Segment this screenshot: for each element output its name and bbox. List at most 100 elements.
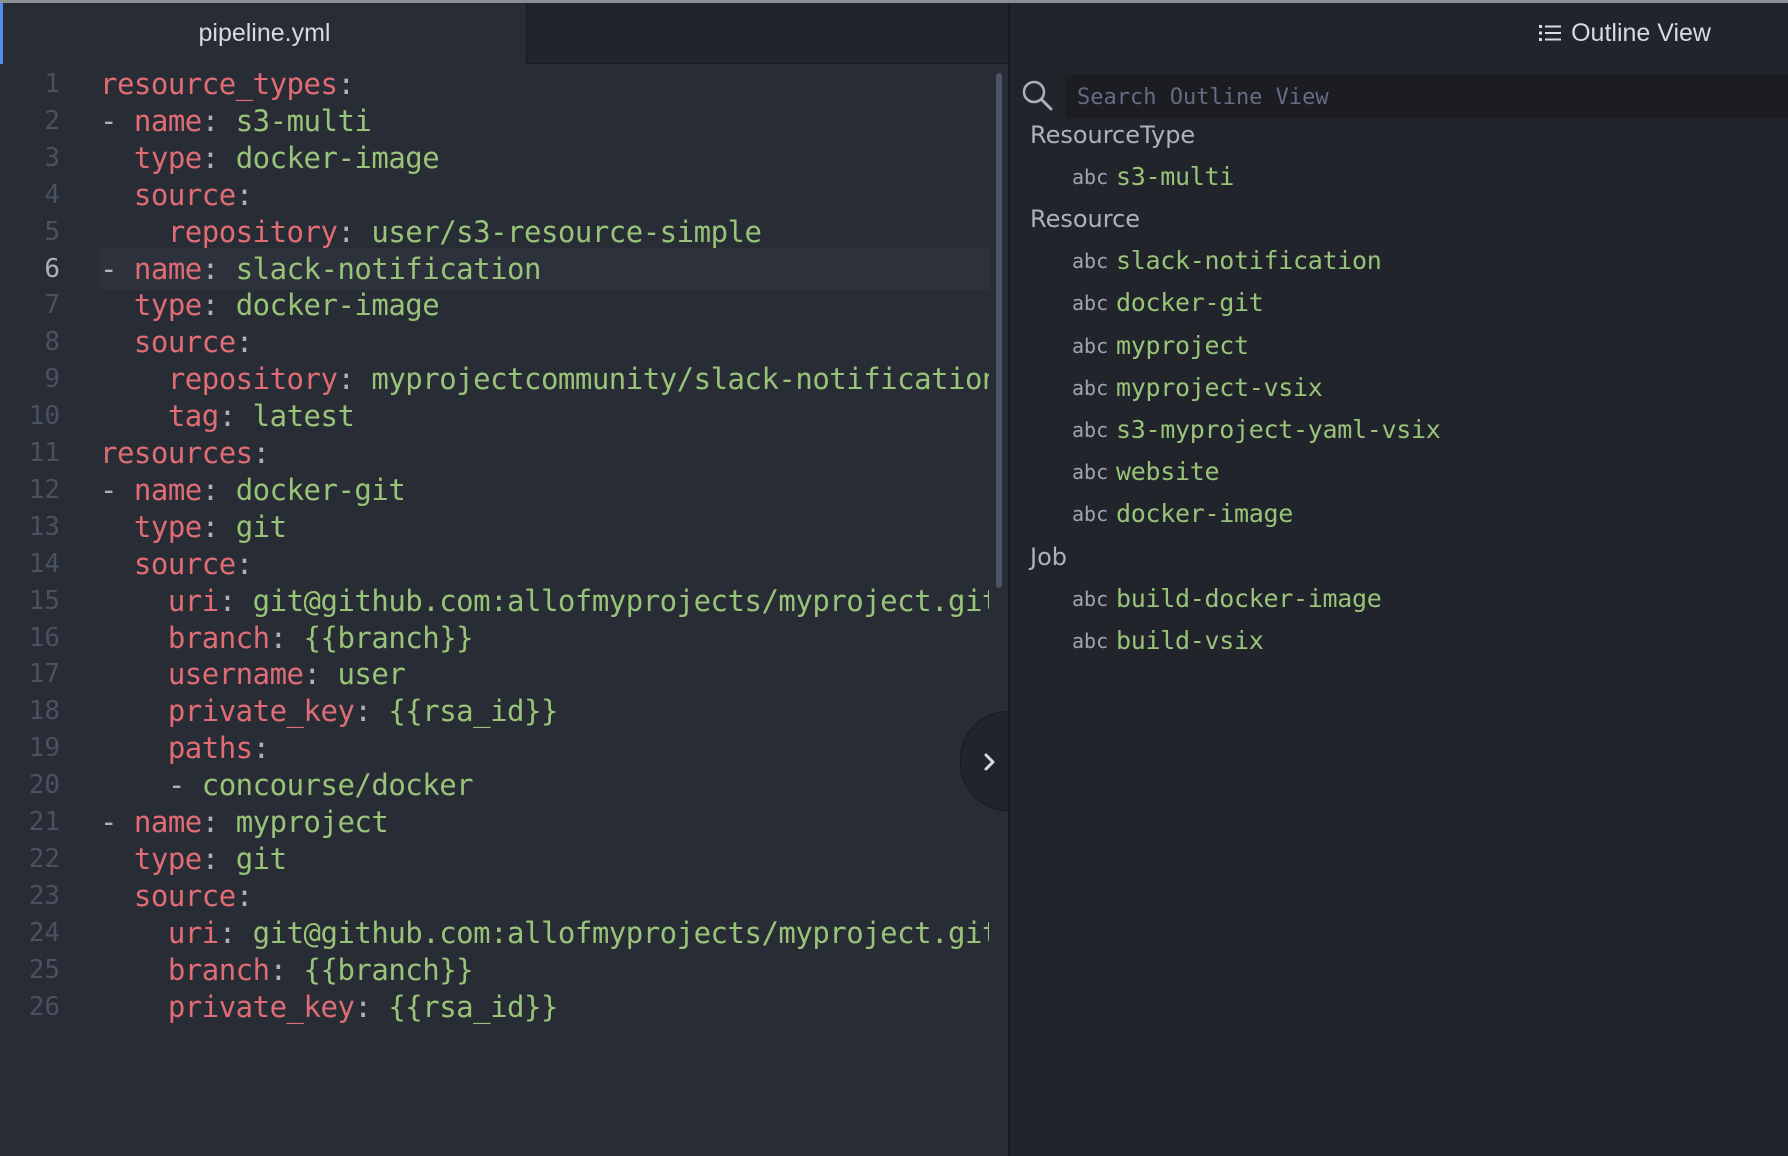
line-number: 26 xyxy=(28,991,60,1022)
code-line[interactable]: 22 type: git xyxy=(0,838,990,880)
string-kind-icon: abc xyxy=(1072,375,1109,400)
outline-item[interactable]: abc build-docker-image xyxy=(1072,579,1382,619)
yaml-value: s3-multi xyxy=(235,103,372,138)
yaml-key: source xyxy=(133,878,236,913)
line-number: 21 xyxy=(28,807,60,837)
tab-divider xyxy=(526,3,527,63)
yaml-punctuation xyxy=(100,694,168,728)
line-content: source: xyxy=(100,174,989,216)
code-line[interactable]: 25 branch: {{branch}} xyxy=(0,949,990,991)
code-line[interactable]: 26 private_key: {{rsa_id}} xyxy=(0,986,990,1028)
yaml-punctuation: : xyxy=(337,67,355,101)
outline-group-label[interactable]: Resource xyxy=(1030,199,1140,239)
line-number: 12 xyxy=(28,474,60,505)
code-line[interactable]: 3 type: docker-image xyxy=(0,137,990,179)
code-line[interactable]: 16 branch: {{branch}} xyxy=(0,617,990,659)
code-line[interactable]: 11 resources: xyxy=(0,432,990,474)
code-line[interactable]: 2 - name: s3-multi xyxy=(0,100,990,142)
yaml-punctuation xyxy=(100,215,168,249)
code-line[interactable]: 14 source: xyxy=(0,543,990,585)
code-line[interactable]: 18 private_key: {{rsa_id}} xyxy=(0,690,990,732)
yaml-punctuation: : xyxy=(201,103,236,138)
yaml-key: private_key xyxy=(167,694,355,729)
yaml-value: myprojectcommunity/slack-notification-re… xyxy=(371,362,989,397)
code-line[interactable]: 10 tag: latest xyxy=(0,395,990,437)
yaml-punctuation xyxy=(100,879,134,913)
line-number: 11 xyxy=(28,438,60,468)
yaml-punctuation: : xyxy=(354,989,389,1024)
code-line[interactable]: 23 source: xyxy=(0,875,990,917)
yaml-punctuation xyxy=(100,510,134,544)
outline-item-label: s3-multi xyxy=(1116,162,1235,191)
yaml-key: name xyxy=(133,805,202,839)
tab-pipeline-yml[interactable]: pipeline.yml xyxy=(0,3,526,64)
outline-item[interactable]: abc slack-notification xyxy=(1072,241,1382,281)
code-line[interactable]: 19 paths: xyxy=(0,727,990,769)
outline-group-label[interactable]: Job xyxy=(1030,537,1067,577)
outline-view-panel: Outline View ResourceType abc s3-multi Reso… xyxy=(1008,3,1788,1156)
line-content: private_key: {{rsa_id}} xyxy=(100,690,989,732)
line-number: 18 xyxy=(28,696,60,727)
code-area[interactable]: 1 resource_types: 2 - name: s3-multi 3 type:… xyxy=(0,65,1008,1156)
code-line[interactable]: 5 repository: user/s3-resource-simple xyxy=(0,211,990,253)
outline-item-label: docker-image xyxy=(1116,499,1294,529)
code-line[interactable]: 15 uri: git@github.com:allofmyprojects/m… xyxy=(0,580,990,622)
outline-item[interactable]: abc myproject-vsix xyxy=(1072,368,1323,408)
code-line[interactable]: 13 type: git xyxy=(0,506,990,548)
yaml-punctuation: : xyxy=(218,583,253,618)
code-line[interactable]: 9 repository: myprojectcommunity/slack-n… xyxy=(0,358,990,400)
code-line[interactable]: 20 - concourse/docker xyxy=(0,764,990,806)
yaml-punctuation xyxy=(100,288,134,322)
code-line[interactable]: 6 - name: slack-notification xyxy=(0,247,990,290)
string-kind-icon: abc xyxy=(1072,586,1109,611)
string-kind-icon: abc xyxy=(1072,291,1109,316)
code-line[interactable]: 7 type: docker-image xyxy=(0,284,990,326)
yaml-key: resource_types xyxy=(100,67,338,101)
code-line[interactable]: 12 - name: docker-git xyxy=(0,469,990,511)
tab-title: pipeline.yml xyxy=(198,19,331,47)
code-line[interactable]: 8 source: xyxy=(0,321,990,363)
outline-item[interactable]: abc s3-myproject-yaml-vsix xyxy=(1072,410,1441,450)
line-content: - name: myproject xyxy=(100,801,989,843)
outline-item[interactable]: abc myproject xyxy=(1072,326,1249,366)
yaml-punctuation: - xyxy=(100,251,134,286)
yaml-punctuation xyxy=(100,547,134,581)
yaml-key: name xyxy=(133,251,202,286)
line-content: source: xyxy=(100,543,989,585)
outline-item[interactable]: abc s3-multi xyxy=(1072,157,1234,197)
line-content: repository: user/s3-resource-simple xyxy=(100,211,989,253)
editor-scrollbar[interactable] xyxy=(996,73,1002,588)
outline-item[interactable]: abc docker-git xyxy=(1072,283,1264,323)
yaml-punctuation: : xyxy=(252,436,270,470)
code-line[interactable]: 21 - name: myproject xyxy=(0,801,990,843)
line-content: - name: s3-multi xyxy=(100,100,989,142)
yaml-key: type xyxy=(133,288,202,323)
string-kind-icon: abc xyxy=(1072,460,1109,485)
yaml-punctuation xyxy=(100,953,168,987)
outline-item[interactable]: abc website xyxy=(1072,452,1220,492)
code-line[interactable]: 1 resource_types: xyxy=(0,63,990,105)
yaml-punctuation: - xyxy=(100,768,202,803)
outline-title[interactable]: Outline View xyxy=(1539,3,1711,63)
yaml-value: docker-image xyxy=(235,288,440,323)
line-content: private_key: {{rsa_id}} xyxy=(100,986,989,1028)
line-number: 24 xyxy=(28,917,60,948)
code-line[interactable]: 24 uri: git@github.com:allofmyprojects/m… xyxy=(0,912,990,954)
yaml-punctuation: - xyxy=(100,103,134,138)
outline-search-input[interactable] xyxy=(1065,75,1788,119)
code-line[interactable]: 17 username: user xyxy=(0,653,990,695)
yaml-punctuation: : xyxy=(201,841,236,876)
line-number: 2 xyxy=(44,105,60,136)
outline-item[interactable]: abc docker-image xyxy=(1072,494,1293,534)
chevron-right-icon xyxy=(984,753,995,771)
line-number: 20 xyxy=(28,770,60,801)
outline-item-label: myproject xyxy=(1116,330,1249,360)
yaml-punctuation: : xyxy=(201,288,236,323)
yaml-punctuation xyxy=(100,621,168,655)
outline-item-label: website xyxy=(1116,457,1220,487)
code-line[interactable]: 4 source: xyxy=(0,174,990,216)
outline-group-label[interactable]: ResourceType xyxy=(1030,115,1195,155)
yaml-punctuation xyxy=(100,584,168,618)
yaml-punctuation: : xyxy=(235,177,253,212)
outline-item[interactable]: abc build-vsix xyxy=(1072,621,1264,661)
